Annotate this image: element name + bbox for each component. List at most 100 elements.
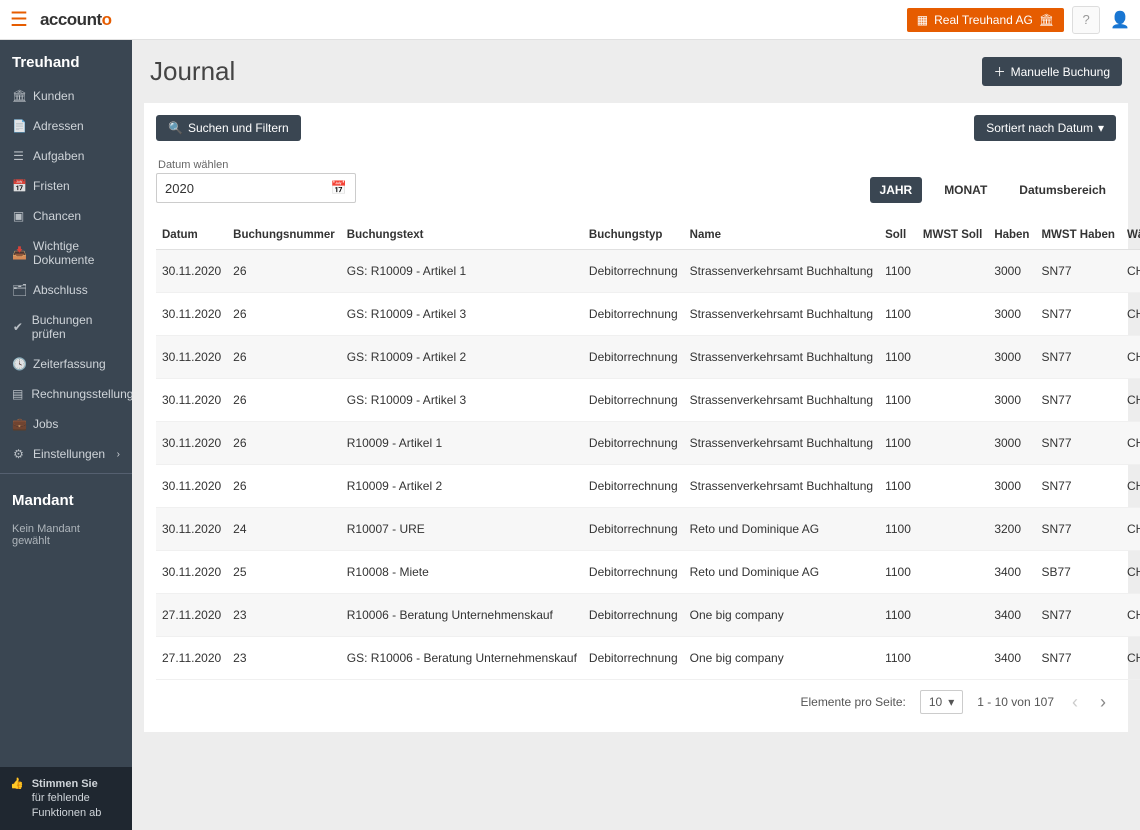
journal-card: 🔍 Suchen und Filtern Sortiert nach Datum… bbox=[144, 103, 1128, 732]
sidebar-item-label: Chancen bbox=[33, 209, 81, 223]
org-name: Real Treuhand AG bbox=[934, 13, 1033, 27]
topbar: ☰ accounto ▦ Real Treuhand AG 🏛 ? 👤 bbox=[0, 0, 1140, 40]
sidebar-item-label: Adressen bbox=[33, 119, 84, 133]
sidebar-item-icon: ▤ bbox=[12, 387, 23, 401]
sort-dropdown[interactable]: Sortiert nach Datum ▾ bbox=[974, 115, 1116, 141]
date-picker[interactable]: 2020 📅 bbox=[156, 173, 356, 203]
table-row: 30.11.2020 24 R10007 - URE Debitorrechnu… bbox=[156, 508, 1140, 551]
sidebar-item-label: Aufgaben bbox=[33, 149, 84, 163]
menu-toggle-icon[interactable]: ☰ bbox=[10, 7, 28, 32]
thumbs-up-icon: 👍 bbox=[10, 777, 24, 791]
sidebar-item-fristen[interactable]: 📅 Fristen bbox=[0, 171, 132, 201]
tab-range[interactable]: Datumsbereich bbox=[1009, 177, 1116, 203]
mandant-empty-text: Kein Mandant gewählt bbox=[0, 519, 132, 559]
col-num[interactable]: Buchungsnummer bbox=[227, 221, 341, 250]
sidebar-item-icon: ☰ bbox=[12, 149, 25, 163]
sidebar: Treuhand 🏛 Kunden 📄 Adressen ☰ Aufgaben 📅 Frist… bbox=[0, 40, 132, 830]
sidebar-section-mandant: Mandant bbox=[0, 478, 132, 519]
sidebar-item-icon: 📄 bbox=[12, 119, 25, 133]
table-header-row: Datum Buchungsnummer Buchungstext Buchun… bbox=[156, 221, 1140, 250]
sidebar-item-adressen[interactable]: 📄 Adressen bbox=[0, 111, 132, 141]
sidebar-item-icon: ⚙ bbox=[12, 447, 25, 461]
sidebar-item-icon: 🗂 bbox=[12, 283, 25, 297]
pagination: Elemente pro Seite: 10 ▾ 1 - 10 von 107 … bbox=[156, 680, 1116, 724]
sidebar-item-icon: 🏛 bbox=[12, 89, 25, 103]
chevron-right-icon: › bbox=[117, 449, 120, 460]
date-range-tabs: JAHR MONAT Datumsbereich bbox=[870, 177, 1116, 203]
sidebar-item-label: Zeiterfassung bbox=[33, 357, 106, 371]
page-title: Journal bbox=[150, 56, 235, 87]
sidebar-item-label: Wichtige Dokumente bbox=[33, 239, 120, 267]
user-avatar-icon[interactable]: 👤 bbox=[1110, 10, 1130, 30]
sidebar-item-aufgaben[interactable]: ☰ Aufgaben bbox=[0, 141, 132, 171]
sidebar-item-rechnungsstellung[interactable]: ▤ Rechnungsstellung bbox=[0, 379, 132, 409]
sidebar-item-kunden[interactable]: 🏛 Kunden bbox=[0, 81, 132, 111]
sidebar-item-icon: ✔ bbox=[12, 320, 24, 334]
chevron-down-icon: ▾ bbox=[1098, 121, 1104, 135]
sidebar-item-icon: 📥 bbox=[12, 246, 25, 260]
sidebar-item-label: Abschluss bbox=[33, 283, 88, 297]
table-row: 30.11.2020 26 GS: R10009 - Artikel 1 Deb… bbox=[156, 250, 1140, 293]
search-icon: 🔍 bbox=[168, 121, 183, 135]
table-row: 30.11.2020 26 GS: R10009 - Artikel 3 Deb… bbox=[156, 379, 1140, 422]
col-name[interactable]: Name bbox=[684, 221, 879, 250]
sidebar-item-chancen[interactable]: ▣ Chancen bbox=[0, 201, 132, 231]
calendar-icon: 📅 bbox=[331, 180, 347, 196]
date-field-label: Datum wählen bbox=[158, 159, 356, 171]
org-icon: ▦ bbox=[917, 13, 928, 27]
next-page-icon[interactable]: › bbox=[1096, 692, 1110, 713]
table-row: 30.11.2020 25 R10008 - Miete Debitorrech… bbox=[156, 551, 1140, 594]
brand-logo: accounto bbox=[40, 10, 112, 30]
sidebar-item-label: Jobs bbox=[33, 417, 58, 431]
table-row: 30.11.2020 26 R10009 - Artikel 1 Debitor… bbox=[156, 422, 1140, 465]
table-row: 27.11.2020 23 R10006 - Beratung Unterneh… bbox=[156, 594, 1140, 637]
building-icon: 🏛 bbox=[1039, 13, 1054, 27]
col-text[interactable]: Buchungstext bbox=[341, 221, 583, 250]
main-content: Journal ＋ Manuelle Buchung 🔍 Suchen und … bbox=[132, 40, 1140, 830]
feature-vote-box[interactable]: 👍 Stimmen Sie für fehlende Funktionen ab bbox=[0, 767, 132, 830]
sidebar-item-buchungen-prüfen[interactable]: ✔ Buchungen prüfen bbox=[0, 305, 132, 349]
table-row: 30.11.2020 26 GS: R10009 - Artikel 2 Deb… bbox=[156, 336, 1140, 379]
org-switcher[interactable]: ▦ Real Treuhand AG 🏛 bbox=[907, 8, 1064, 32]
page-size-select[interactable]: 10 ▾ bbox=[920, 690, 963, 714]
sidebar-item-label: Kunden bbox=[33, 89, 74, 103]
help-icon[interactable]: ? bbox=[1072, 6, 1100, 34]
sidebar-item-jobs[interactable]: 💼 Jobs bbox=[0, 409, 132, 439]
table-row: 30.11.2020 26 GS: R10009 - Artikel 3 Deb… bbox=[156, 293, 1140, 336]
col-mwst-haben[interactable]: MWST Haben bbox=[1035, 221, 1120, 250]
sidebar-item-icon: ▣ bbox=[12, 209, 25, 223]
chevron-down-icon: ▾ bbox=[948, 695, 954, 709]
col-date[interactable]: Datum bbox=[156, 221, 227, 250]
col-type[interactable]: Buchungstyp bbox=[583, 221, 684, 250]
new-booking-button[interactable]: ＋ Manuelle Buchung bbox=[982, 57, 1122, 86]
sidebar-item-abschluss[interactable]: 🗂 Abschluss bbox=[0, 275, 132, 305]
tab-month[interactable]: MONAT bbox=[934, 177, 997, 203]
tab-year[interactable]: JAHR bbox=[870, 177, 923, 203]
prev-page-icon: ‹ bbox=[1068, 692, 1082, 713]
journal-table: Datum Buchungsnummer Buchungstext Buchun… bbox=[156, 221, 1140, 680]
col-haben[interactable]: Haben bbox=[988, 221, 1035, 250]
plus-icon: ＋ bbox=[994, 63, 1006, 80]
sidebar-item-wichtige-dokumente[interactable]: 📥 Wichtige Dokumente bbox=[0, 231, 132, 275]
sidebar-item-icon: 🕓 bbox=[12, 357, 25, 371]
sidebar-item-label: Rechnungsstellung bbox=[31, 387, 133, 401]
sidebar-item-icon: 💼 bbox=[12, 417, 25, 431]
col-curr[interactable]: Währung bbox=[1121, 221, 1140, 250]
table-row: 30.11.2020 26 R10009 - Artikel 2 Debitor… bbox=[156, 465, 1140, 508]
col-soll[interactable]: Soll bbox=[879, 221, 917, 250]
brand-prefix: account bbox=[40, 10, 102, 29]
col-mwst-soll[interactable]: MWST Soll bbox=[917, 221, 988, 250]
sidebar-item-icon: 📅 bbox=[12, 179, 25, 193]
sidebar-section-treuhand: Treuhand bbox=[0, 40, 132, 81]
sidebar-item-label: Buchungen prüfen bbox=[32, 313, 120, 341]
sidebar-item-label: Einstellungen bbox=[33, 447, 105, 461]
brand-suffix: o bbox=[102, 10, 112, 29]
search-filter-button[interactable]: 🔍 Suchen und Filtern bbox=[156, 115, 301, 141]
sidebar-item-label: Fristen bbox=[33, 179, 70, 193]
sidebar-item-einstellungen[interactable]: ⚙ Einstellungen › bbox=[0, 439, 132, 469]
sidebar-item-zeiterfassung[interactable]: 🕓 Zeiterfassung bbox=[0, 349, 132, 379]
page-range: 1 - 10 von 107 bbox=[977, 695, 1054, 709]
date-value: 2020 bbox=[165, 181, 194, 196]
per-page-label: Elemente pro Seite: bbox=[800, 695, 905, 709]
table-row: 27.11.2020 23 GS: R10006 - Beratung Unte… bbox=[156, 637, 1140, 680]
